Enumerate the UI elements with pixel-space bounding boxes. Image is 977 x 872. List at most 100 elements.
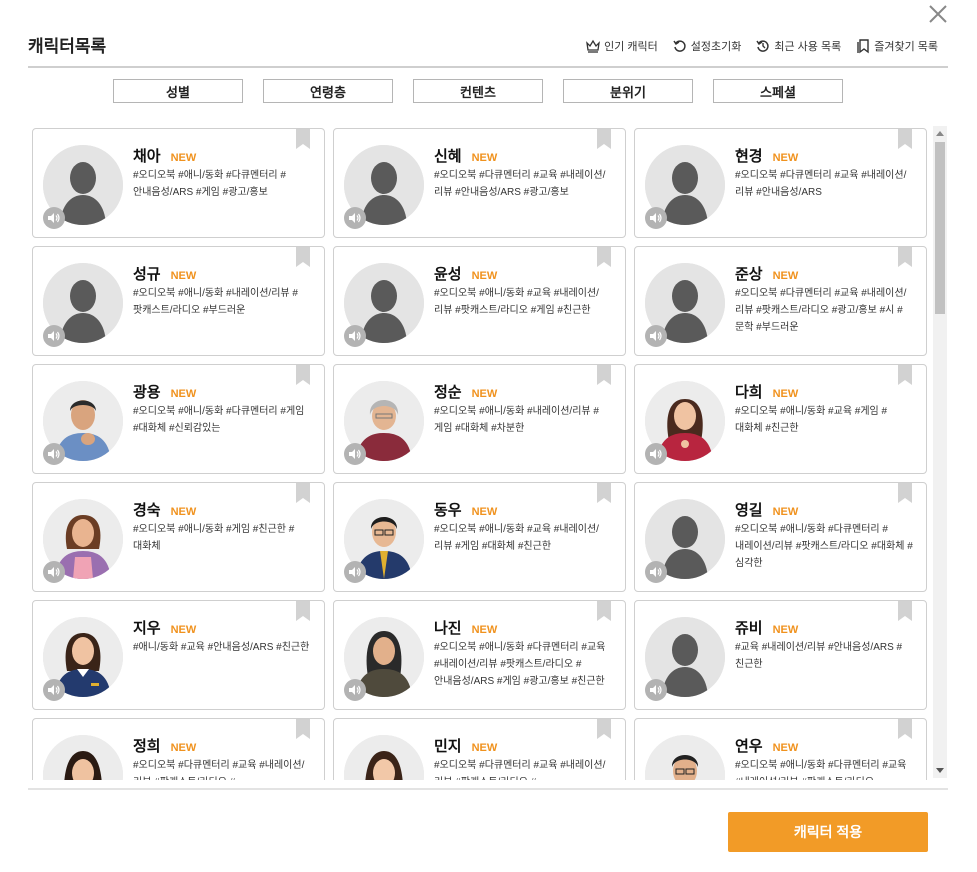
play-voice-button[interactable] xyxy=(344,679,366,701)
character-card[interactable]: 현경 NEW #오디오북 #다큐멘터리 #교육 #내레이션/리뷰 #안내음성/ARS xyxy=(634,128,927,238)
character-tags: #오디오북 #다큐멘터리 #교육 #내레이션/리뷰 #안내음성/ARS #광고/… xyxy=(434,170,606,198)
character-name: 윤성 xyxy=(434,266,462,283)
character-name-row: 나진 NEW xyxy=(434,617,497,638)
character-tags: #오디오북 #애니/동화 #다큐멘터리 #게임 #대화체 #신뢰감있는 xyxy=(133,406,305,434)
play-voice-button[interactable] xyxy=(43,443,65,465)
character-tags: #오디오북 #다큐멘터리 #교육 #내레이션/리뷰 #팟캐스트/라디오 # xyxy=(133,760,305,780)
character-card[interactable]: 광용 NEW #오디오북 #애니/동화 #다큐멘터리 #게임 #대화체 #신뢰감있는 xyxy=(32,364,325,474)
character-name-row: 영길 NEW xyxy=(735,499,798,520)
character-name: 영길 xyxy=(735,502,763,519)
character-card[interactable]: 쥬비 NEW #교육 #내레이션/리뷰 #안내음성/ARS #친근한 xyxy=(634,600,927,710)
character-card[interactable]: 동우 NEW #오디오북 #애니/동화 #교육 #내레이션/리뷰 #게임 #대화체 … xyxy=(333,482,626,592)
character-card[interactable]: 윤성 NEW #오디오북 #애니/동화 #교육 #내레이션/리뷰 #팟캐스트/라디오… xyxy=(333,246,626,356)
new-badge: NEW xyxy=(471,270,498,282)
footer-divider xyxy=(28,788,948,790)
play-voice-button[interactable] xyxy=(645,325,667,347)
character-card[interactable]: 지우 NEW #애니/동화 #교육 #안내음성/ARS #친근한 xyxy=(32,600,325,710)
character-tags: #오디오북 #애니/동화 #다큐멘터리 #안내음성/ARS #게임 #광고/홍보 xyxy=(133,170,286,198)
speaker-icon xyxy=(48,567,60,577)
bookmark-button[interactable] xyxy=(597,719,611,739)
character-name: 연우 xyxy=(735,738,763,755)
character-name: 동우 xyxy=(434,502,462,519)
character-card[interactable]: 나진 NEW #오디오북 #애니/동화 #다큐멘터리 #교육 #내레이션/리뷰 #팟… xyxy=(333,600,626,710)
character-card[interactable]: 경숙 NEW #오디오북 #애니/동화 #게임 #친근한 #대화체 xyxy=(32,482,325,592)
new-badge: NEW xyxy=(471,152,498,164)
new-badge: NEW xyxy=(772,742,799,754)
character-tags: #오디오북 #애니/동화 #내레이션/리뷰 #게임 #대화체 #차분한 xyxy=(434,406,599,434)
bookmark-button[interactable] xyxy=(296,483,310,503)
new-badge: NEW xyxy=(772,152,799,164)
play-voice-button[interactable] xyxy=(43,207,65,229)
filter-mood-button[interactable]: 분위기 xyxy=(563,79,693,103)
character-name: 다희 xyxy=(735,384,763,401)
character-card[interactable]: 정희 NEW #오디오북 #다큐멘터리 #교육 #내레이션/리뷰 #팟캐스트/라디오… xyxy=(32,718,325,780)
filter-special-button[interactable]: 스페셜 xyxy=(713,79,843,103)
bookmark-button[interactable] xyxy=(597,129,611,149)
bookmark-icon xyxy=(597,247,611,267)
new-badge: NEW xyxy=(471,506,498,518)
character-card[interactable]: 정순 NEW #오디오북 #애니/동화 #내레이션/리뷰 #게임 #대화체 #차분한 xyxy=(333,364,626,474)
close-button[interactable] xyxy=(926,2,950,26)
character-name-row: 준상 NEW xyxy=(735,263,798,284)
scroll-thumb[interactable] xyxy=(935,142,945,314)
scroll-up-button[interactable] xyxy=(933,126,947,140)
bookmark-button[interactable] xyxy=(296,247,310,267)
popular-characters-button[interactable]: 인기 캐릭터 xyxy=(585,38,658,54)
character-card[interactable]: 민지 NEW #오디오북 #다큐멘터리 #교육 #내레이션/리뷰 #팟캐스트/라디오… xyxy=(333,718,626,780)
header: 캐릭터목록 인기 캐릭터 설정초기화 최근 사용 목록 즐겨찾기 목록 xyxy=(28,28,948,68)
character-name: 쥬비 xyxy=(735,620,763,637)
new-badge: NEW xyxy=(772,624,799,636)
character-tags: #애니/동화 #교육 #안내음성/ARS #친근한 xyxy=(133,642,310,653)
play-voice-button[interactable] xyxy=(645,443,667,465)
favorites-icon xyxy=(857,39,869,54)
bookmark-button[interactable] xyxy=(898,601,912,621)
character-name-row: 다희 NEW xyxy=(735,381,798,402)
bookmark-button[interactable] xyxy=(597,601,611,621)
bookmark-button[interactable] xyxy=(296,129,310,149)
filter-gender-button[interactable]: 성별 xyxy=(113,79,243,103)
bookmark-button[interactable] xyxy=(296,601,310,621)
recent-list-button[interactable]: 최근 사용 목록 xyxy=(755,38,841,54)
bookmark-button[interactable] xyxy=(898,247,912,267)
bookmark-button[interactable] xyxy=(898,129,912,149)
character-name-row: 성규 NEW xyxy=(133,263,196,284)
new-badge: NEW xyxy=(170,270,197,282)
bookmark-button[interactable] xyxy=(898,365,912,385)
bookmark-button[interactable] xyxy=(898,483,912,503)
character-name: 성규 xyxy=(133,266,161,283)
filter-content-button[interactable]: 컨텐츠 xyxy=(413,79,543,103)
play-voice-button[interactable] xyxy=(43,325,65,347)
play-voice-button[interactable] xyxy=(645,679,667,701)
play-voice-button[interactable] xyxy=(43,561,65,583)
apply-character-button[interactable]: 캐릭터 적용 xyxy=(728,812,928,852)
bookmark-icon xyxy=(898,483,912,503)
play-voice-button[interactable] xyxy=(344,561,366,583)
character-card[interactable]: 성규 NEW #오디오북 #애니/동화 #내레이션/리뷰 #팟캐스트/라디오 #부드… xyxy=(32,246,325,356)
bookmark-button[interactable] xyxy=(296,719,310,739)
character-card[interactable]: 연우 NEW #오디오북 #애니/동화 #다큐멘터리 #교육 #내레이션/리뷰 #팟… xyxy=(634,718,927,780)
bookmark-button[interactable] xyxy=(898,719,912,739)
play-voice-button[interactable] xyxy=(344,207,366,229)
character-card[interactable]: 다희 NEW #오디오북 #애니/동화 #교육 #게임 #대화체 #친근한 xyxy=(634,364,927,474)
bookmark-button[interactable] xyxy=(597,483,611,503)
play-voice-button[interactable] xyxy=(344,325,366,347)
favorites-label: 즐겨찾기 목록 xyxy=(874,41,938,53)
bookmark-button[interactable] xyxy=(597,365,611,385)
play-voice-button[interactable] xyxy=(344,443,366,465)
scrollbar[interactable] xyxy=(933,126,947,778)
bookmark-button[interactable] xyxy=(296,365,310,385)
play-voice-button[interactable] xyxy=(43,679,65,701)
character-card[interactable]: 채아 NEW #오디오북 #애니/동화 #다큐멘터리 #안내음성/ARS #게임 #… xyxy=(32,128,325,238)
bookmark-icon xyxy=(296,719,310,739)
play-voice-button[interactable] xyxy=(645,561,667,583)
speaker-icon xyxy=(650,449,662,459)
bookmark-button[interactable] xyxy=(597,247,611,267)
filter-age-button[interactable]: 연령층 xyxy=(263,79,393,103)
reset-settings-button[interactable]: 설정초기화 xyxy=(672,38,741,54)
character-card[interactable]: 영길 NEW #오디오북 #애니/동화 #다큐멘터리 #내레이션/리뷰 #팟캐스트/… xyxy=(634,482,927,592)
play-voice-button[interactable] xyxy=(645,207,667,229)
scroll-down-button[interactable] xyxy=(933,764,947,778)
character-card[interactable]: 신혜 NEW #오디오북 #다큐멘터리 #교육 #내레이션/리뷰 #안내음성/ARS… xyxy=(333,128,626,238)
character-card[interactable]: 준상 NEW #오디오북 #다큐멘터리 #교육 #내레이션/리뷰 #팟캐스트/라디오… xyxy=(634,246,927,356)
favorites-list-button[interactable]: 즐겨찾기 목록 xyxy=(855,38,938,54)
